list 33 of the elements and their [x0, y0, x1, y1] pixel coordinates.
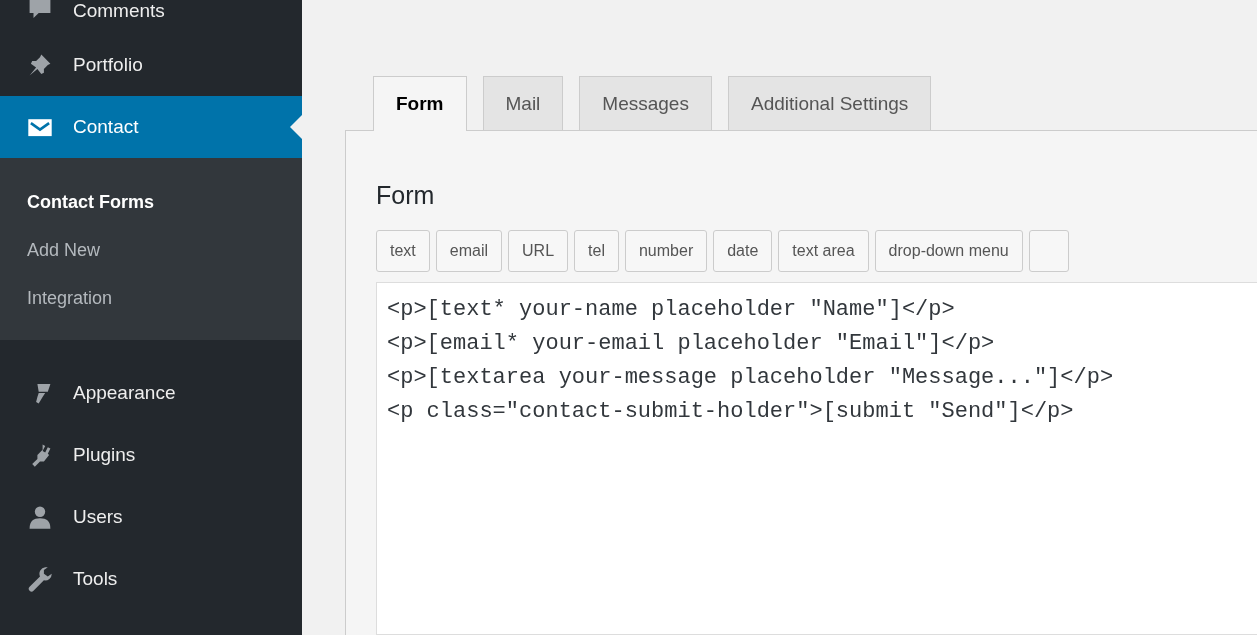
tag-button[interactable]: date	[713, 230, 773, 272]
tag-button[interactable]: text area	[778, 230, 869, 272]
menu-item[interactable]: Comments	[0, 0, 302, 34]
tab[interactable]: Additional Settings	[727, 76, 932, 130]
wrench-icon	[27, 566, 53, 592]
menu-item[interactable]: Contact	[0, 96, 302, 158]
code-line: <p class="contact-submit-holder">[submit "Send"]</p>	[387, 398, 1075, 426]
person-icon	[27, 504, 53, 530]
tag-button[interactable]: tel	[574, 230, 619, 272]
tag-button[interactable]: text	[376, 230, 430, 272]
menu-item[interactable]: Users	[0, 486, 302, 548]
code-editor[interactable]: <p>[text* your-name placeholder "Name"]</p> <p>[email* your-email placeholder "Email"]</p> <p>[textarea your-message placeholder "Message..."]</p> <p class="contact-submit-holder">[submit "Send"]</p>	[376, 282, 1257, 635]
code-line: <p>[text* your-name placeholder "Name"]</p>	[387, 296, 956, 324]
section-title: Form	[376, 181, 436, 210]
pushpin-icon	[27, 52, 53, 78]
submenu-item[interactable]: Add New	[0, 226, 302, 274]
submenu-item[interactable]: Integration	[0, 274, 302, 322]
code-line: <p>[email* your-email placeholder "Email"]</p>	[387, 330, 996, 358]
tab[interactable]: Messages	[579, 76, 712, 130]
menu-item[interactable]: Portfolio	[0, 34, 302, 96]
tab[interactable]: Form	[373, 76, 467, 131]
tag-button[interactable]	[1028, 230, 1069, 272]
tag-button[interactable]: drop-down menu	[874, 230, 1023, 272]
menu-item[interactable]: Appearance	[0, 362, 302, 424]
menu-item[interactable]: Tools	[0, 548, 302, 610]
tag-button[interactable]: number	[624, 230, 708, 272]
code-line: <p>[textarea your-message placeholder "Message..."]</p>	[387, 364, 1115, 392]
menu-item[interactable]: Plugins	[0, 424, 302, 486]
current-page-notch	[290, 115, 302, 139]
tag-button[interactable]: email	[435, 230, 503, 272]
tag-button[interactable]: URL	[508, 230, 569, 272]
tab[interactable]: Mail	[482, 76, 564, 130]
submenu-item[interactable]: Contact Forms	[0, 178, 302, 226]
